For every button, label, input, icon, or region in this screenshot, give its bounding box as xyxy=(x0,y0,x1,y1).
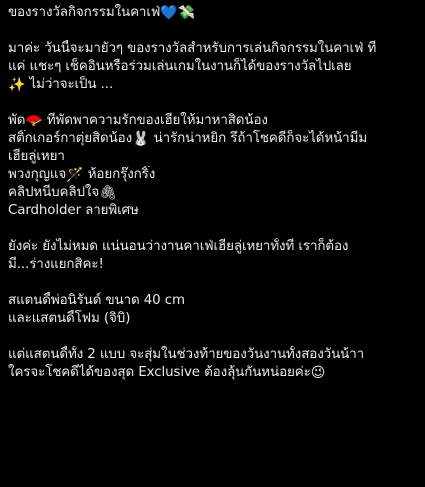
intro-line-3: ✨ ไม่ว่าจะเป็น ... xyxy=(8,76,417,94)
ending-line-1: แต่แสตนดี้ทั้ง 2 แบบ จะสุ่มในช่วงท้ายของ… xyxy=(8,347,365,362)
intro-line-2: แค่ แชะๆ เช็คอินหรือร่วมเล่นเกมในงานก็ได… xyxy=(8,59,352,74)
prize-sticker: สติ๊กเกอร์กาตุ่ยสิดน้อง🐰 น่ารักน่าหยิก ร… xyxy=(8,130,417,148)
sparkles-emoji-icon: ✨ xyxy=(8,77,26,93)
more-paragraph: ยังค่ะ ยังไม่หมด แน่นอนว่างานคาเฟ่เฮียลู… xyxy=(8,238,417,274)
prize-fan: พัด🪭 ที่พัดพาความรักของเฮียให้มาหาสิดน้อ… xyxy=(8,112,417,130)
post-title: ของรางวัลกิจกรรมในคาเฟ่ xyxy=(8,5,161,20)
prize-keychain-desc: ห้อยกรุ๊งกริ๊ง xyxy=(83,167,156,182)
magic-wand-emoji-icon: 🪄 xyxy=(66,167,84,183)
prize-fan-desc: ที่พัดพาความรักของเฮียให้มาหาสิดน้อง xyxy=(42,113,268,128)
prize-keychain-label: พวงกุญแจ xyxy=(8,167,67,182)
more-line-1: ยังค่ะ ยังไม่หมด แน่นอนว่างานคาเฟ่เฮียลู… xyxy=(8,239,349,254)
ending-line-2-text: ใครจะโชคดีได้ของสุด Exclusive ต้องลุ้นกั… xyxy=(8,365,311,380)
more-line-2: มี...ร่างแยกสิคะ! xyxy=(8,257,104,272)
fan-emoji-icon: 🪭 xyxy=(25,113,43,129)
post-title-line: ของรางวัลกิจกรรมในคาเฟ่💙💸 xyxy=(8,4,417,22)
prize-clip: คลิปหนีบคลิปใจ🖇 xyxy=(8,184,417,202)
standee-line-2: และแสตนดี้โฟม (จิบิ) xyxy=(8,311,131,326)
standee-line-1: สแตนดี้พ่อนิรันด์ ขนาด 40 cm xyxy=(8,293,185,308)
prize-list: พัด🪭 ที่พัดพาความรักของเฮียให้มาหาสิดน้อ… xyxy=(8,112,417,220)
ending-line-2: ใครจะโชคดีได้ของสุด Exclusive ต้องลุ้นกั… xyxy=(8,364,417,382)
intro-paragraph: มาค่ะ วันนี้จะมายั่วๆ ของรางวัลสำหรับการ… xyxy=(8,40,417,94)
prize-sticker-desc: น่ารักน่าหยิก รึถ้าโชคดีก็จะได้หน้ามีม xyxy=(149,131,368,146)
standee-paragraph: สแตนดี้พ่อนิรันด์ ขนาด 40 cm และแสตนดี้โ… xyxy=(8,292,417,328)
prize-fan-label: พัด xyxy=(8,113,26,128)
paperclip-emoji-icon: 🖇 xyxy=(99,185,117,201)
prize-keychain: พวงกุญแจ🪄 ห้อยกรุ๊งกริ๊ง xyxy=(8,166,417,184)
heart-money-emoji-icon: 💙💸 xyxy=(160,5,195,21)
prize-clip-label: คลิปหนีบคลิปใจ xyxy=(8,185,100,200)
intro-line-3-text: ไม่ว่าจะเป็น ... xyxy=(25,77,114,92)
ending-paragraph: แต่แสตนดี้ทั้ง 2 แบบ จะสุ่มในช่วงท้ายของ… xyxy=(8,346,417,382)
intro-line-1: มาค่ะ วันนี้จะมายั่วๆ ของรางวัลสำหรับการ… xyxy=(8,41,377,56)
prize-sticker-label: สติ๊กเกอร์กาตุ่ยสิดน้อง xyxy=(8,131,133,146)
wink-emoji-icon: 😉 xyxy=(310,365,326,381)
post-body: ของรางวัลกิจกรรมในคาเฟ่💙💸 มาค่ะ วันนี้จะ… xyxy=(0,0,425,382)
prize-sticker-cont: เฮียลู่เหยา xyxy=(8,149,65,164)
post-title-paragraph: ของรางวัลกิจกรรมในคาเฟ่💙💸 xyxy=(8,4,417,22)
prize-cardholder: Cardholder ลายพิเศษ xyxy=(8,203,139,218)
rabbit-emoji-icon: 🐰 xyxy=(132,131,150,147)
